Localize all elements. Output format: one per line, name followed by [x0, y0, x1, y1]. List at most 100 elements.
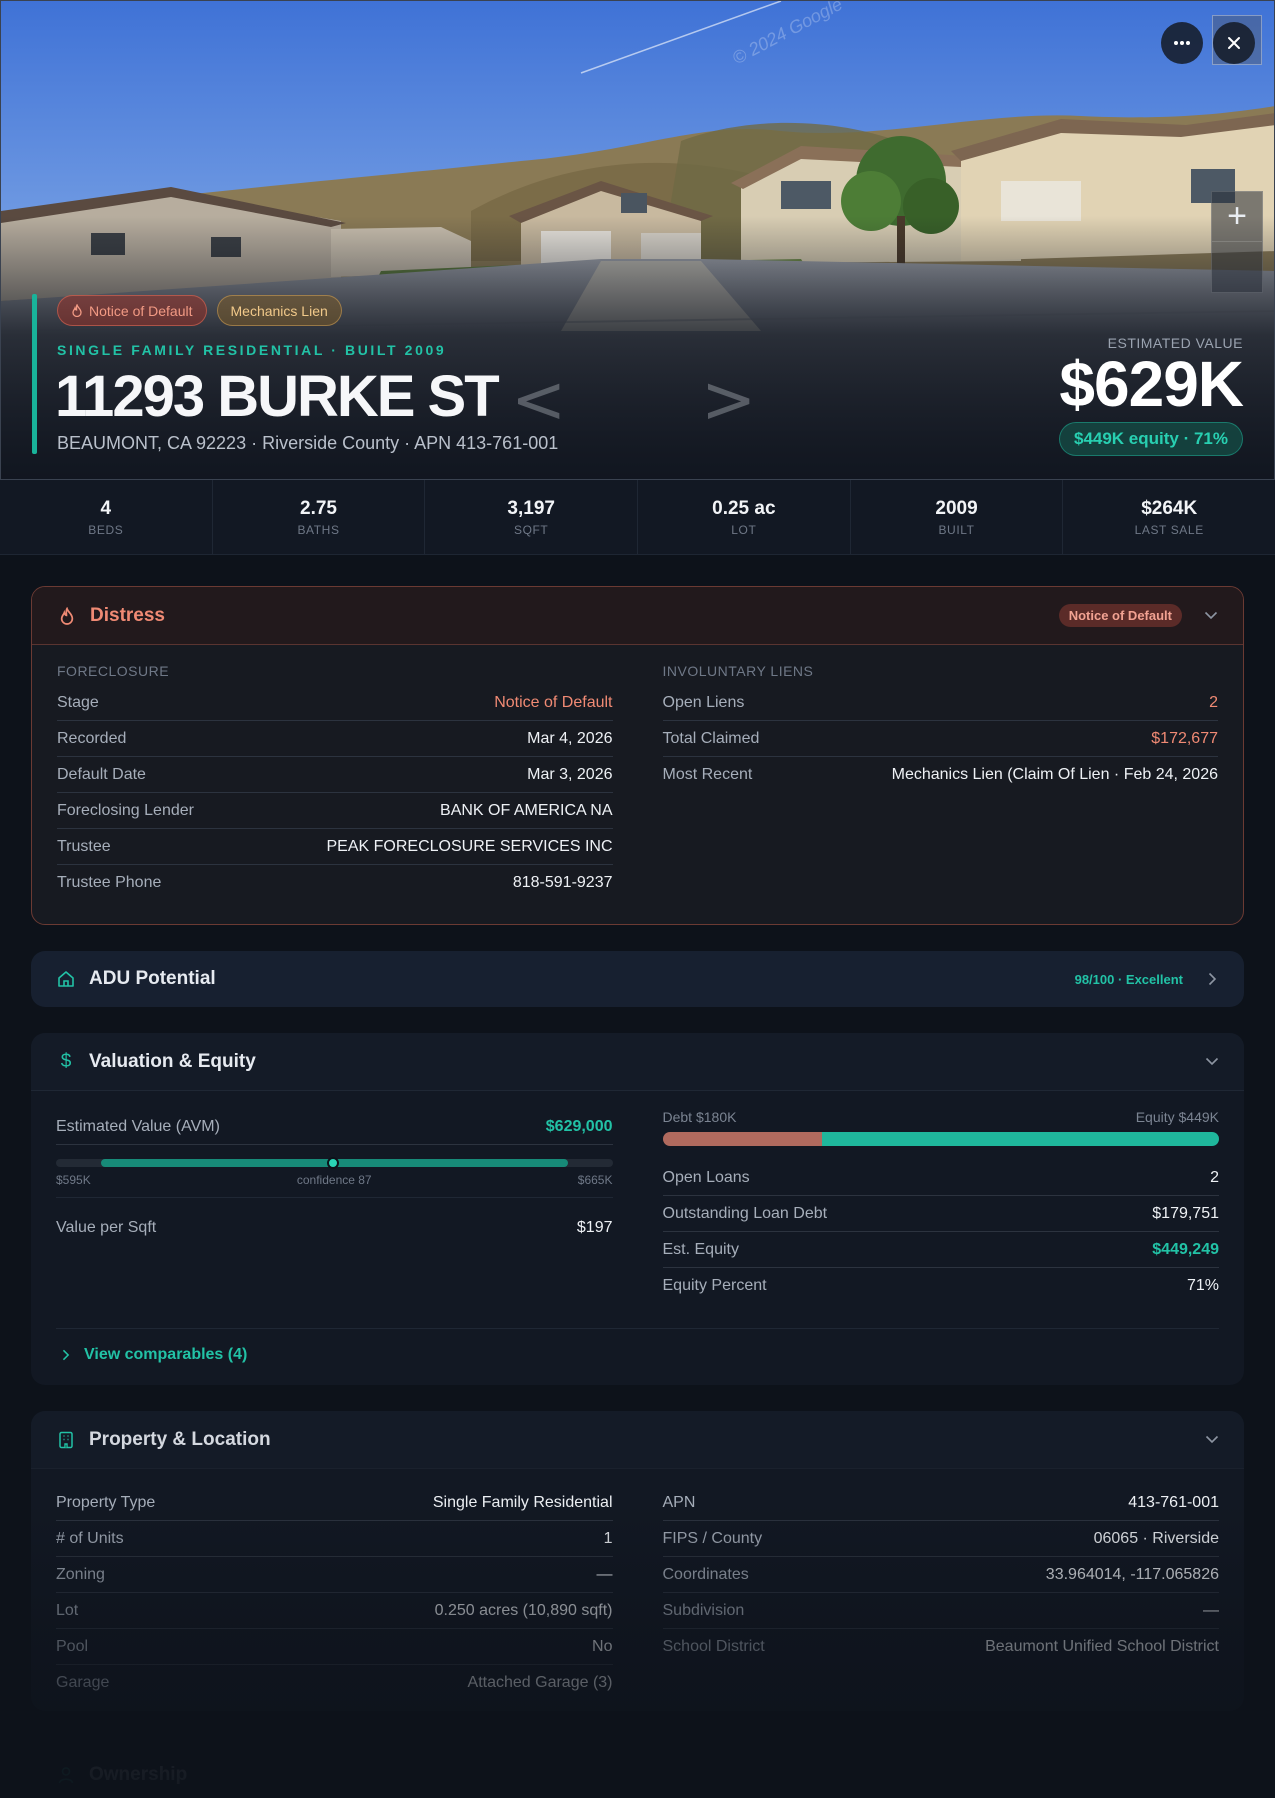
table-row: Lot 0.250 acres (10,890 sqft): [56, 1593, 613, 1629]
slider-marker: [327, 1157, 339, 1169]
table-row: Est. Equity $449,249: [662, 1232, 1219, 1268]
row-key: Foreclosing Lender: [57, 801, 194, 819]
avm-section: Estimated Value (AVM) $629,000 $595K conf…: [56, 1109, 613, 1304]
row-value: $197: [576, 1219, 613, 1236]
estimated-value: $629K: [1059, 348, 1244, 420]
valuation-header[interactable]: $ Valuation & Equity: [31, 1033, 1244, 1091]
involuntary-liens-section: INVOLUNTARY LIENS Open Liens 2 Total Clai…: [662, 663, 1219, 901]
stat-label: LOT: [731, 522, 757, 537]
table-row: Default Date Mar 3, 2026: [57, 757, 613, 793]
distress-card: Distress Notice of Default FORECLOSURE S…: [31, 586, 1244, 925]
debt-equity-labels: Debt $180K Equity $449K: [663, 1109, 1220, 1125]
row-key: Stage: [57, 693, 99, 711]
close-icon: [1228, 37, 1240, 49]
adu-potential-card[interactable]: ADU Potential 98/100 · Excellent: [31, 951, 1244, 1007]
next-photo-arrow[interactable]: >: [701, 361, 756, 438]
chevron-down-icon[interactable]: [1205, 1055, 1219, 1069]
table-row: Foreclosing Lender BANK OF AMERICA NA: [57, 793, 613, 829]
row-value: $179,751: [1152, 1204, 1219, 1222]
row-value: Mar 3, 2026: [527, 765, 613, 783]
row-value: 413-761-001: [1128, 1493, 1219, 1511]
building-icon: [56, 1430, 76, 1450]
valuation-columns: Estimated Value (AVM) $629,000 $595K conf…: [56, 1109, 1219, 1304]
table-row: Subdivision —: [662, 1593, 1219, 1629]
stat-lot: 0.25 ac LOT: [638, 480, 851, 554]
stat-value: $264K: [1141, 497, 1198, 519]
ownership-header[interactable]: Ownership: [31, 1752, 1244, 1798]
stat-beds: 4 BEDS: [0, 480, 213, 554]
row-value: 06065 · Riverside: [1093, 1529, 1219, 1547]
row-key: Recorded: [57, 729, 127, 747]
adu-header[interactable]: ADU Potential 98/100 · Excellent: [31, 951, 1244, 1007]
close-button[interactable]: [1213, 22, 1255, 64]
stat-sqft: 3,197 SQFT: [425, 480, 639, 554]
row-key: Zoning: [56, 1565, 105, 1583]
row-key: Property Type: [56, 1493, 156, 1511]
table-row: Outstanding Loan Debt $179,751: [662, 1196, 1219, 1232]
ownership-card[interactable]: Ownership: [31, 1752, 1244, 1798]
row-key: Subdivision: [662, 1601, 745, 1619]
status-badges: Notice of Default Mechanics Lien: [57, 295, 342, 326]
distress-title: Distress: [90, 604, 165, 626]
row-key: Total Claimed: [662, 729, 760, 747]
row-key: Open Liens: [662, 693, 745, 711]
valuation-title: Valuation & Equity: [89, 1050, 256, 1072]
property-title: Property & Location: [89, 1428, 271, 1450]
property-columns: Property Type Single Family Residential #…: [56, 1485, 1219, 1701]
more-options-button[interactable]: [1161, 22, 1203, 64]
chevron-down-icon[interactable]: [1204, 609, 1218, 623]
notice-of-default-badge: Notice of Default: [57, 295, 207, 326]
avm-range-labels: $595K confidence 87 $665K: [56, 1173, 613, 1198]
chevron-down-icon[interactable]: [1205, 1433, 1219, 1447]
avm-confidence-slider: [56, 1155, 613, 1169]
ownership-title: Ownership: [89, 1764, 188, 1785]
equity-segment: [821, 1132, 1219, 1146]
row-key: Outstanding Loan Debt: [662, 1204, 828, 1222]
table-row: Zoning —: [56, 1557, 613, 1593]
row-value: Mechanics Lien (Claim Of Lien · Feb 24, …: [891, 766, 1218, 783]
property-type-label: SINGLE FAMILY RESIDENTIAL · BUILT 2009: [57, 342, 447, 358]
row-value: $449,249: [1152, 1240, 1219, 1258]
chevron-right-icon[interactable]: [1205, 972, 1219, 986]
accent-bar: [32, 294, 37, 454]
valuation-equity-card: $ Valuation & Equity Estimated Value (AV…: [31, 1033, 1244, 1385]
row-key: Garage: [56, 1674, 110, 1691]
row-key: Equity Percent: [662, 1277, 767, 1294]
table-row: Total Claimed $172,677: [662, 721, 1218, 757]
table-row: # of Units 1: [56, 1521, 613, 1557]
table-row: School District Beaumont Unified School D…: [663, 1629, 1220, 1665]
property-left-column: Property Type Single Family Residential #…: [56, 1485, 613, 1701]
avm-row: Estimated Value (AVM) $629,000: [56, 1109, 613, 1145]
previous-photo-arrow[interactable]: <: [511, 361, 566, 438]
table-row: Property Type Single Family Residential: [56, 1485, 613, 1521]
row-value: PEAK FORECLOSURE SERVICES INC: [326, 837, 613, 855]
view-comparables-link[interactable]: View comparables (4): [56, 1328, 1219, 1380]
table-row: Open Loans 2: [662, 1160, 1219, 1196]
zoom-controls[interactable]: +: [1211, 191, 1263, 293]
table-row: Recorded Mar 4, 2026: [57, 721, 613, 757]
range-low: $595K: [56, 1173, 91, 1187]
row-key: Lot: [56, 1601, 79, 1619]
stat-built: 2009 BUILT: [851, 480, 1064, 554]
hero-photo-section: © 2024 Google < > + Notice of Default Me…: [0, 0, 1275, 480]
stat-last-sale: $264K LAST SALE: [1063, 480, 1275, 554]
row-key: Trustee: [57, 837, 111, 855]
distress-header[interactable]: Distress Notice of Default: [32, 587, 1243, 645]
badge-label: Notice of Default: [89, 302, 193, 319]
row-key: FIPS / County: [662, 1529, 763, 1547]
property-header[interactable]: Property & Location: [31, 1411, 1244, 1469]
stat-value: 2009: [935, 497, 978, 519]
row-value: —: [1203, 1601, 1219, 1619]
plus-icon[interactable]: +: [1212, 192, 1262, 242]
stat-value: 0.25 ac: [712, 497, 776, 519]
table-row: Most Recent Mechanics Lien (Claim Of Lien…: [663, 757, 1219, 793]
row-value: 33.964014, -117.065826: [1045, 1565, 1219, 1583]
more-horizontal-icon: [1174, 41, 1190, 45]
stat-value: 2.75: [300, 497, 337, 519]
row-value: 71%: [1186, 1277, 1219, 1294]
equity-pill: $449K equity · 71%: [1058, 422, 1243, 456]
row-value: 0.250 acres (10,890 sqft): [434, 1601, 613, 1619]
table-row: APN 413-761-001: [662, 1485, 1219, 1521]
row-key: School District: [662, 1638, 765, 1655]
avm-value: $629,000: [545, 1117, 613, 1135]
